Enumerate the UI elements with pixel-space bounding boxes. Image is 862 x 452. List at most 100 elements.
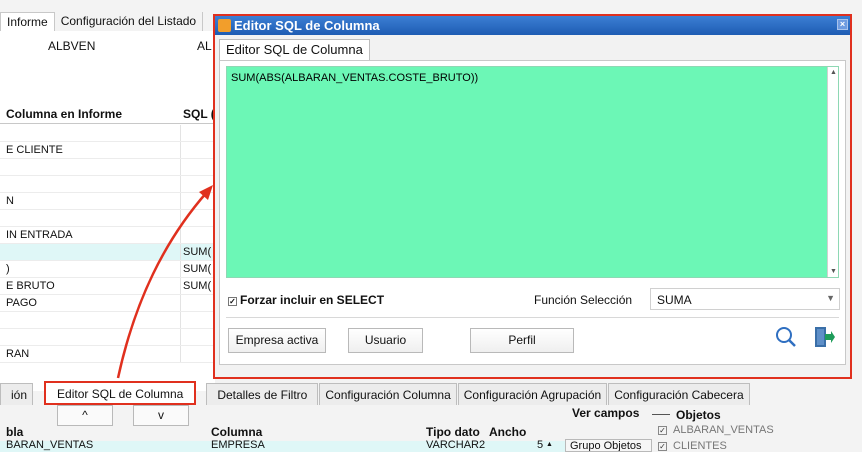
exit-icon[interactable] xyxy=(812,324,836,350)
cell-columna-informe: IN ENTRADA xyxy=(6,229,73,241)
table-row[interactable]: ) SUM( xyxy=(0,261,215,278)
editor-scrollbar[interactable]: ▲ ▼ xyxy=(827,67,838,277)
cell-sql: SUM( xyxy=(183,263,212,275)
dialog-title: Editor SQL de Columna xyxy=(234,18,380,33)
table-row[interactable]: E CLIENTE xyxy=(0,142,215,159)
cell-columna-informe: ) xyxy=(6,263,10,275)
grupo-objetos-button[interactable]: Grupo Objetos xyxy=(565,439,652,452)
tab-configuracion-listado[interactable]: Configuración del Listado xyxy=(55,12,204,32)
tab-editor-sql-columna[interactable]: Editor SQL de Columna xyxy=(44,381,197,405)
tab-detalles-filtro[interactable]: Detalles de Filtro xyxy=(206,383,319,405)
cell-columna-informe: E CLIENTE xyxy=(6,144,63,156)
table-row[interactable]: E BRUTO SUM( xyxy=(0,278,215,295)
ancho-spinner-icon[interactable]: ▲ xyxy=(546,441,553,448)
scroll-up-icon[interactable]: ▲ xyxy=(829,68,838,77)
tab-configuracion-columna[interactable]: Configuración Columna xyxy=(319,383,457,405)
column-divider xyxy=(180,312,181,328)
column-divider xyxy=(180,261,181,277)
table-row[interactable] xyxy=(0,125,215,142)
move-up-button[interactable]: ^ xyxy=(57,405,113,426)
fields-grid-row[interactable]: BARAN_VENTAS EMPRESA VARCHAR2 5 ▲ xyxy=(0,439,650,452)
column-divider xyxy=(180,244,181,260)
cell-columna: EMPRESA xyxy=(211,439,265,451)
chevron-down-icon[interactable]: ▼ xyxy=(826,293,835,303)
cell-tabla: BARAN_VENTAS xyxy=(6,439,94,451)
header-ancho: Ancho xyxy=(489,425,527,439)
search-icon[interactable] xyxy=(774,324,798,350)
perfil-button[interactable]: Perfil xyxy=(470,328,574,353)
column-divider xyxy=(180,159,181,175)
table-row[interactable] xyxy=(0,210,215,227)
column-divider xyxy=(180,210,181,226)
table-row[interactable]: PAGO xyxy=(0,295,215,312)
usuario-button[interactable]: Usuario xyxy=(348,328,423,353)
header-objetos: Objetos xyxy=(676,408,721,422)
cell-columna-informe: RAN xyxy=(6,348,30,360)
object-label: ALBARAN_VENTAS xyxy=(673,424,774,436)
report-name-value-2[interactable]: AL xyxy=(197,39,212,53)
cell-tipo-dato: VARCHAR2 xyxy=(426,439,486,451)
move-down-button[interactable]: v xyxy=(133,405,189,426)
tab-configuracion-cabecera[interactable]: Configuración Cabecera xyxy=(608,383,750,405)
column-divider xyxy=(180,125,181,141)
scroll-down-icon[interactable]: ▼ xyxy=(829,267,838,276)
cell-sql: SUM( xyxy=(183,280,212,292)
report-name-value[interactable]: ALBVEN xyxy=(48,39,95,53)
header-columna-informe: Columna en Informe xyxy=(6,107,123,121)
function-label: Función Selección xyxy=(534,293,633,307)
app-icon xyxy=(218,19,231,32)
table-row[interactable] xyxy=(0,176,215,193)
column-divider xyxy=(180,142,181,158)
column-divider xyxy=(180,295,181,311)
sql-text: SUM(ABS(ALBARAN_VENTAS.COSTE_BRUTO)) xyxy=(231,72,479,84)
table-row[interactable]: N xyxy=(0,193,215,210)
tab-configuracion-agrupacion[interactable]: Configuración Agrupación xyxy=(457,383,608,405)
column-divider xyxy=(180,329,181,345)
function-select[interactable]: SUMA ▼ xyxy=(650,288,840,310)
tab-partial[interactable]: ión xyxy=(0,383,34,405)
sql-editor-dialog: Editor SQL de Columna × Editor SQL de Co… xyxy=(213,14,852,379)
table-row[interactable] xyxy=(0,329,215,346)
cell-columna-informe: E BRUTO xyxy=(6,280,55,292)
function-value: SUMA xyxy=(657,293,692,307)
object-item-albaran-ventas[interactable]: ✓ ALBARAN_VENTAS xyxy=(658,424,774,436)
header-tabla: bla xyxy=(6,425,24,439)
columns-grid-header: Columna en Informe SQL ( xyxy=(0,104,215,124)
table-row[interactable]: IN ENTRADA xyxy=(0,227,215,244)
checkbox-icon[interactable]: ✓ xyxy=(228,297,237,306)
table-row[interactable]: RAN xyxy=(0,346,215,363)
header-tipo-dato: Tipo dato xyxy=(426,425,480,439)
object-label: CLIENTES xyxy=(673,440,727,452)
cell-columna-informe: N xyxy=(6,195,14,207)
header-columna: Columna xyxy=(211,425,263,439)
force-select-checkbox[interactable]: ✓ Forzar incluir en SELECT xyxy=(228,293,384,307)
tab-informe[interactable]: Informe xyxy=(0,12,55,32)
cell-sql: SUM( xyxy=(183,246,212,258)
cell-columna-informe: PAGO xyxy=(6,297,37,309)
header-sql: SQL ( xyxy=(183,107,215,121)
object-item-clientes[interactable]: ✓ CLIENTES xyxy=(658,440,727,452)
ver-campos-line xyxy=(652,414,670,415)
checkbox-icon[interactable]: ✓ xyxy=(658,442,667,451)
table-row[interactable] xyxy=(0,159,215,176)
force-select-label: Forzar incluir en SELECT xyxy=(240,293,385,307)
checkbox-icon[interactable]: ✓ xyxy=(658,426,667,435)
top-tabs: Informe Configuración del Listado xyxy=(0,12,204,32)
table-row[interactable] xyxy=(0,312,215,329)
sql-editor-textarea[interactable]: SUM(ABS(ALBARAN_VENTAS.COSTE_BRUTO)) ▲ ▼ xyxy=(226,66,839,278)
editor-panel: SUM(ABS(ALBARAN_VENTAS.COSTE_BRUTO)) ▲ ▼… xyxy=(219,60,846,365)
column-divider xyxy=(180,278,181,294)
empresa-activa-button[interactable]: Empresa activa xyxy=(228,328,326,353)
column-divider xyxy=(180,176,181,192)
column-divider xyxy=(180,193,181,209)
separator xyxy=(226,317,839,318)
column-divider xyxy=(180,346,181,362)
bottom-tabs: ión Editor SQL de Columna Detalles de Fi… xyxy=(0,381,751,405)
close-icon[interactable]: × xyxy=(837,19,848,30)
table-row[interactable]: SUM( xyxy=(0,244,215,261)
dialog-title-bar[interactable]: Editor SQL de Columna × xyxy=(215,16,850,35)
tab-editor-sql[interactable]: Editor SQL de Columna xyxy=(219,39,370,60)
report-panel: ALBVEN AL Columna en Informe SQL ( E CLI… xyxy=(0,31,215,391)
cell-ancho: 5 xyxy=(537,439,544,451)
ver-campos-label: Ver campos xyxy=(572,406,640,420)
